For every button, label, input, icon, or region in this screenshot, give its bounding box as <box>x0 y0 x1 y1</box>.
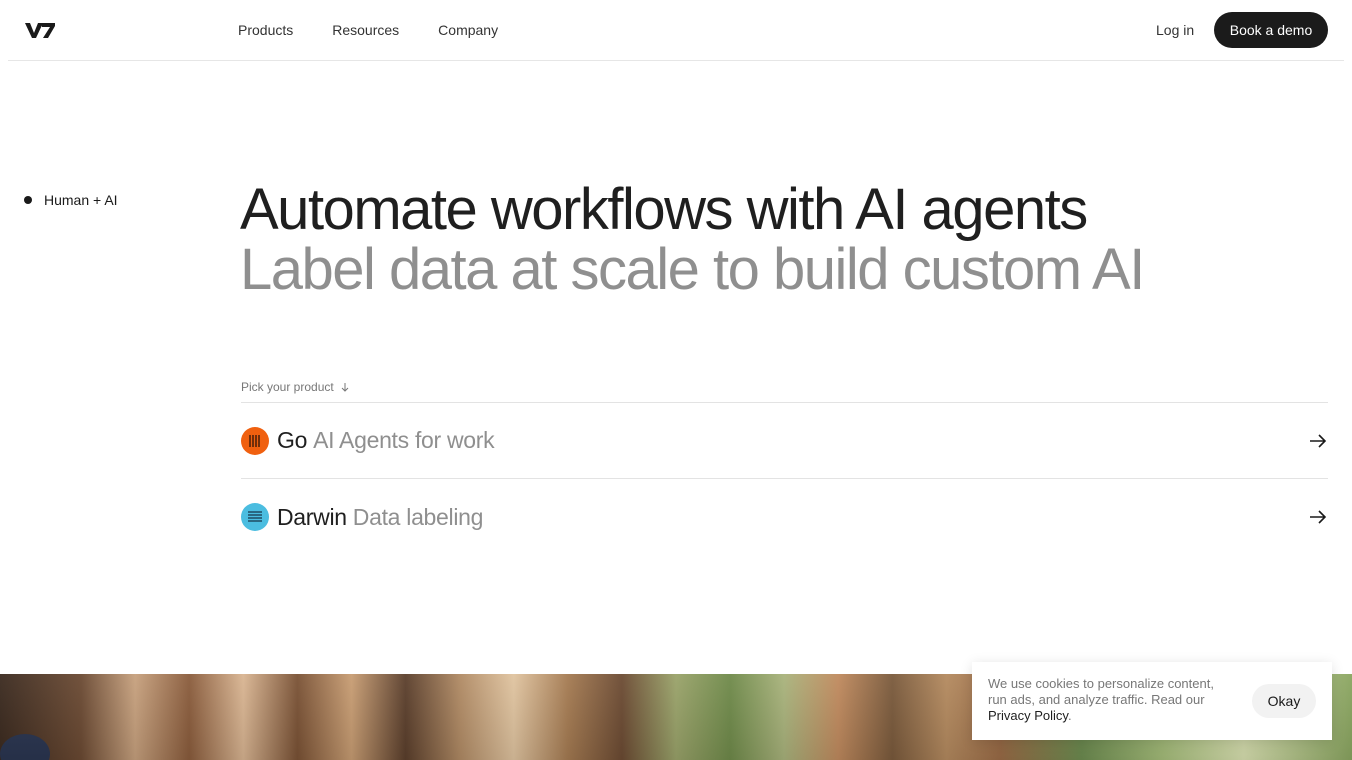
top-navigation: Products Resources Company Log in Book a… <box>8 0 1344 61</box>
product-name: Go <box>277 427 308 453</box>
product-name: Darwin <box>277 503 347 530</box>
arrow-right-icon[interactable] <box>1308 507 1328 527</box>
hero-headline: Automate workflows with AI agents Label … <box>240 177 1145 302</box>
nav-resources[interactable]: Resources <box>332 22 399 38</box>
cookie-okay-button[interactable]: Okay <box>1252 684 1316 718</box>
cookie-text: We use cookies to personalize content, r… <box>988 676 1214 707</box>
cookie-banner: We use cookies to personalize content, r… <box>972 662 1332 740</box>
darwin-logo-icon <box>241 503 269 531</box>
hero-headline-primary: Automate workflows with AI agents <box>240 177 1088 242</box>
section-tag-label: Human + AI <box>44 192 118 208</box>
product-row-darwin[interactable]: Darwin Data labeling <box>241 479 1328 555</box>
section-tag: Human + AI <box>24 192 118 208</box>
hero-headline-secondary: Label data at scale to build custom AI <box>240 237 1145 302</box>
bullet-dot-icon <box>24 196 32 204</box>
privacy-policy-link[interactable]: Privacy Policy <box>988 708 1068 723</box>
nav-company[interactable]: Company <box>438 22 498 38</box>
book-demo-button[interactable]: Book a demo <box>1214 12 1328 48</box>
cookie-message: We use cookies to personalize content, r… <box>988 676 1228 724</box>
person-figure <box>0 734 50 760</box>
pick-product-label: Pick your product <box>241 380 350 394</box>
arrow-down-icon <box>341 383 349 392</box>
go-logo-icon <box>241 426 269 455</box>
main-nav: Products Resources Company <box>238 0 498 60</box>
login-link[interactable]: Log in <box>1156 22 1194 38</box>
cookie-text-end: . <box>1067 708 1072 723</box>
arrow-right-icon[interactable] <box>1308 431 1328 451</box>
nav-products[interactable]: Products <box>238 22 293 38</box>
product-row-go[interactable]: Go AI Agents for work <box>241 403 1328 479</box>
product-description: AI Agents for work <box>313 427 495 453</box>
product-list: Go AI Agents for work Darwin Data labeli… <box>241 402 1328 555</box>
pick-product-text: Pick your product <box>241 380 334 394</box>
product-description: Data labeling <box>352 503 484 530</box>
v7-logo-icon[interactable] <box>24 19 56 41</box>
